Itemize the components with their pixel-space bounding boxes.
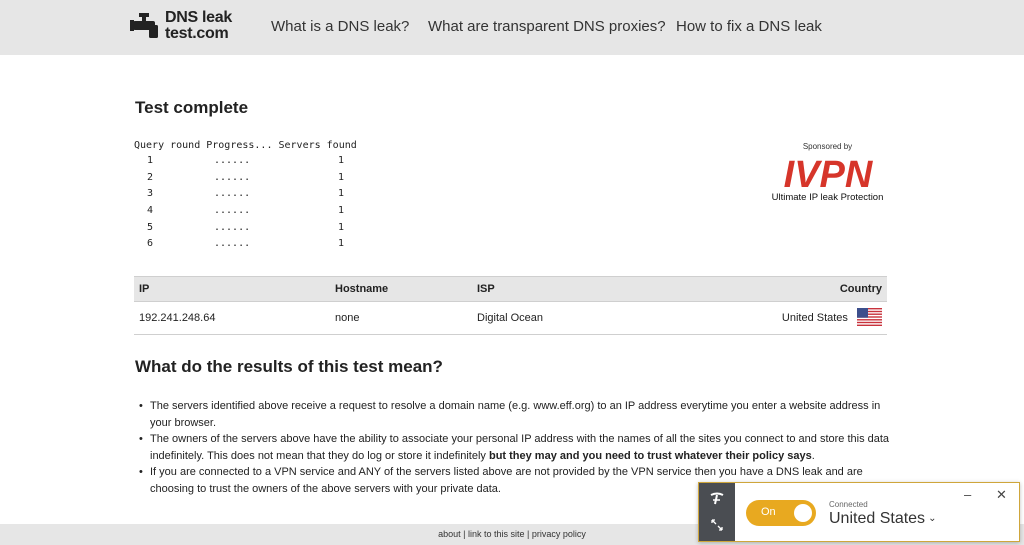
logo-line-2: test.com: [165, 25, 229, 42]
progress-row: 4 ...... 1: [134, 205, 357, 222]
progress-dots: ......: [214, 171, 251, 183]
query-progress: Query round Progress... Servers found 1 …: [134, 140, 357, 255]
progress-header: Query round Progress... Servers found: [134, 140, 357, 151]
progress-dots: ......: [214, 155, 251, 166]
nav-how-to-fix[interactable]: How to fix a DNS leak: [676, 18, 822, 35]
faucet-icon: [130, 13, 158, 38]
site-header: DNS leak test.com What is a DNS leak? Wh…: [0, 0, 1024, 55]
explanation-title: What do the results of this test mean?: [135, 357, 443, 376]
cell-ip: 192.241.248.64: [134, 301, 330, 335]
cell-country: United States: [641, 301, 887, 335]
ivpn-logo: IVPN: [783, 155, 873, 191]
expand-icon[interactable]: [711, 519, 723, 531]
progress-round: 4: [147, 205, 154, 217]
vpn-toggle-label: On: [761, 506, 776, 518]
progress-dots: ......: [214, 205, 251, 217]
site-logo[interactable]: DNS leak test.com: [130, 9, 240, 45]
progress-row: 6 ...... 1: [134, 238, 357, 255]
progress-servers: 1: [338, 238, 345, 250]
sponsor-brand: IVPN: [783, 155, 873, 191]
col-hostname: Hostname: [330, 276, 472, 302]
progress-row: 2 ...... 1: [134, 172, 357, 189]
vpn-sidebar: [699, 483, 735, 541]
progress-round: 3: [147, 188, 154, 200]
nav-transparent-dns-proxies[interactable]: What are transparent DNS proxies?: [428, 18, 666, 35]
country-name: United States: [781, 311, 848, 324]
sponsor-tagline: Ultimate IP leak Protection: [771, 192, 884, 203]
footer-about-link[interactable]: about: [438, 529, 461, 539]
progress-row: 3 ...... 1: [134, 188, 357, 205]
progress-round: 2: [147, 171, 154, 183]
page-title: Test complete: [135, 98, 249, 117]
cell-isp: Digital Ocean: [472, 301, 642, 335]
progress-servers: 1: [338, 155, 345, 166]
col-ip: IP: [134, 276, 330, 302]
progress-dots: ......: [214, 188, 251, 200]
chevron-down-icon: ⌄: [928, 513, 937, 524]
close-button[interactable]: ✕: [996, 487, 1007, 503]
table-row: 192.241.248.64 none Digital Ocean United…: [134, 301, 887, 335]
progress-servers: 1: [338, 188, 345, 200]
progress-servers: 1: [338, 205, 345, 217]
sponsored-by-label: Sponsored by: [802, 142, 853, 151]
vpn-toggle[interactable]: On: [746, 500, 816, 526]
logo-line-1: DNS leak: [165, 9, 232, 26]
sponsor-ad[interactable]: Sponsored by IVPN Ultimate IP leak Prote…: [760, 142, 895, 203]
progress-servers: 1: [338, 221, 345, 233]
cell-hostname: none: [330, 301, 472, 335]
vpn-app-logo-icon[interactable]: [709, 491, 725, 507]
dns-results-table: IP Hostname ISP Country 192.241.248.64 n…: [134, 276, 887, 335]
vpn-location-select[interactable]: United States ⌄: [829, 510, 936, 528]
list-item: The owners of the servers above have the…: [139, 431, 890, 464]
progress-dots: ......: [214, 221, 251, 233]
footer-link-to-site[interactable]: link to this site: [468, 529, 525, 539]
emphasis-text: but they may and you need to trust whate…: [488, 449, 812, 462]
vpn-status: Connected: [829, 500, 868, 509]
progress-row: 5 ...... 1: [134, 222, 357, 239]
nav-what-is-dns-leak[interactable]: What is a DNS leak?: [271, 18, 409, 35]
table-header-row: IP Hostname ISP Country: [134, 276, 887, 302]
vpn-location: United States: [829, 510, 926, 527]
progress-round: 5: [147, 221, 154, 233]
list-item: The servers identified above receive a r…: [139, 398, 890, 431]
vpn-toggle-knob: [794, 504, 812, 522]
progress-row: 1 ...... 1: [134, 155, 357, 172]
vpn-widget: On Connected United States ⌄ – ✕: [698, 482, 1020, 542]
progress-round: 6: [147, 238, 154, 250]
col-country: Country: [641, 276, 887, 302]
col-isp: ISP: [472, 276, 642, 302]
progress-servers: 1: [338, 171, 345, 183]
progress-round: 1: [147, 155, 154, 166]
footer-privacy-link[interactable]: privacy policy: [532, 529, 586, 539]
us-flag-icon: [857, 308, 882, 326]
progress-dots: ......: [214, 238, 251, 250]
minimize-button[interactable]: –: [964, 487, 971, 502]
